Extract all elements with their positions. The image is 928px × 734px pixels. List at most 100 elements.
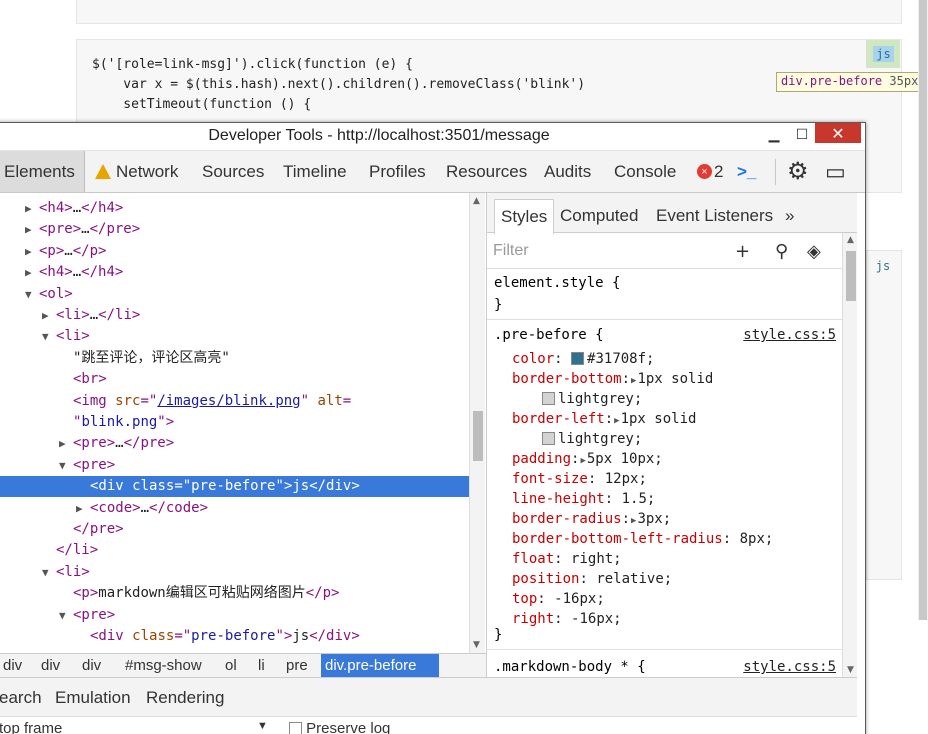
collapse-triangle-icon[interactable]: ▼ (42, 562, 56, 583)
preserve-log-option[interactable]: Preserve log (289, 720, 390, 734)
dom-node[interactable]: ▶ <h4>…</h4> (0, 198, 469, 219)
dom-node[interactable]: ▼ <pre> (0, 605, 469, 626)
settings-gear-icon[interactable]: ⚙ (787, 151, 809, 192)
window-titlebar[interactable]: Developer Tools - http://localhost:3501/… (0, 123, 865, 151)
tab-resources[interactable]: Resources (446, 151, 527, 192)
css-property-value[interactable]: relative; (596, 571, 672, 587)
css-property-value[interactable]: 1px solid (621, 411, 697, 427)
breadcrumb-item[interactable]: div (0, 654, 26, 677)
dom-tree-scrollbar[interactable]: ▲ ▼ (469, 193, 485, 653)
frame-select[interactable]: top frame (0, 720, 62, 734)
tab-timeline[interactable]: Timeline (283, 151, 347, 192)
collapse-triangle-icon[interactable]: ▼ (42, 326, 56, 347)
error-counter[interactable]: × 2 (697, 151, 723, 192)
css-property-value[interactable]: 8px; (740, 531, 774, 547)
css-property-value[interactable]: right; (571, 551, 622, 567)
collapse-triangle-icon[interactable]: ▼ (25, 284, 39, 305)
css-property[interactable]: color: #31708f; (512, 349, 654, 369)
css-property-name[interactable]: padding (512, 451, 571, 467)
dom-node[interactable]: ▶ <pre>…</pre> (0, 433, 469, 454)
css-property[interactable]: lightgrey; (542, 389, 642, 409)
expand-triangle-icon[interactable]: ▶ (42, 305, 56, 326)
styles-scroll-down-icon[interactable]: ▼ (847, 665, 854, 675)
expand-triangle-icon[interactable]: ▶ (59, 433, 73, 454)
breadcrumb-item[interactable]: div.pre-before (321, 654, 439, 677)
breadcrumb-item[interactable]: div (37, 654, 64, 677)
css-property[interactable]: float: right; (512, 549, 622, 569)
dom-node[interactable]: ▶ <code>…</code> (0, 498, 469, 519)
dom-node[interactable]: "blink.png"> (0, 412, 469, 433)
tab-emulation[interactable]: Emulation (55, 688, 131, 708)
css-property-value[interactable]: 5px 10px; (587, 451, 663, 467)
styles-scroll-up-icon[interactable]: ▲ (847, 235, 854, 245)
expand-triangle-icon[interactable]: ▶ (76, 498, 90, 519)
expand-triangle-icon[interactable]: ▶ (25, 219, 39, 240)
dom-node[interactable]: <img src="/images/blink.png" alt= (0, 391, 469, 412)
dom-node[interactable]: <div class="pre-before">js</div> (0, 626, 469, 647)
dom-token[interactable]: /images/blink.png (157, 393, 300, 409)
collapse-triangle-icon[interactable]: ▼ (59, 455, 73, 476)
css-property[interactable]: border-radius:▶3px; (512, 509, 671, 529)
css-property[interactable]: padding:▶5px 10px; (512, 449, 663, 469)
css-property[interactable]: top: -16px; (512, 589, 605, 609)
css-property-value[interactable]: lightgrey; (558, 391, 642, 407)
dock-toggle-icon[interactable]: ▭ (825, 151, 846, 192)
css-property-name[interactable]: right (512, 611, 554, 627)
tab-console[interactable]: Console (614, 151, 676, 192)
more-tabs-chevron-icon[interactable]: » (779, 199, 800, 233)
tab-audits[interactable]: Audits (544, 151, 591, 192)
styles-scrollbar-thumb[interactable] (846, 251, 856, 301)
tab-profiles[interactable]: Profiles (369, 151, 426, 192)
css-property[interactable]: border-bottom-left-radius: 8px; (512, 529, 773, 549)
expand-shorthand-icon[interactable]: ▶ (614, 416, 619, 426)
dom-node[interactable]: <p>markdown编辑区可粘贴网络图片</p> (0, 583, 469, 604)
rule2-source-link[interactable]: style.css:5 (743, 657, 836, 677)
tab-rendering[interactable]: Rendering (146, 688, 224, 708)
dom-node[interactable]: ▶ <pre>…</pre> (0, 219, 469, 240)
dom-tree-scrollbar-thumb[interactable] (473, 411, 483, 461)
dom-node[interactable]: <br> (0, 369, 469, 390)
dom-node[interactable]: </pre> (0, 519, 469, 540)
css-property[interactable]: position: relative; (512, 569, 672, 589)
dom-node[interactable]: ▶ <li>…</li> (0, 305, 469, 326)
styles-scrollbar[interactable]: ▲ ▼ (842, 233, 857, 677)
css-property-name[interactable]: border-bottom (512, 371, 622, 387)
color-swatch-icon[interactable] (542, 432, 555, 445)
dom-node[interactable]: ▶ <p>…</p> (0, 241, 469, 262)
console-drawer-icon[interactable]: >_ (737, 151, 756, 192)
css-property-value[interactable]: #31708f; (587, 351, 654, 367)
css-property-name[interactable]: font-size (512, 471, 588, 487)
collapse-triangle-icon[interactable]: ▼ (59, 605, 73, 626)
tab-event-listeners[interactable]: Event Listeners (650, 199, 779, 233)
toggle-element-state-icon[interactable]: ◈ (807, 241, 821, 262)
css-property[interactable]: border-left:▶1px solid (512, 409, 696, 429)
css-property-name[interactable]: border-bottom-left-radius (512, 531, 723, 547)
dom-tree[interactable]: ▶ <h4>…</h4> ▶ <pre>…</pre> ▶ <p>…</p> ▶ <h4>…<… (0, 193, 469, 653)
color-swatch-icon[interactable] (571, 352, 585, 365)
new-style-rule-icon[interactable]: + (735, 241, 750, 262)
tab-network[interactable]: Network (95, 151, 178, 192)
tab-elements[interactable]: Elements (0, 151, 85, 192)
css-property-value[interactable]: 3px; (637, 511, 671, 527)
css-property-value[interactable]: 1.5; (622, 491, 656, 507)
css-property-name[interactable]: border-left (512, 411, 605, 427)
pin-element-state-icon[interactable]: ⚲ (775, 241, 788, 262)
close-button[interactable]: ✕ (815, 123, 861, 143)
css-property-value[interactable]: 12px; (605, 471, 647, 487)
css-property[interactable]: line-height: 1.5; (512, 489, 655, 509)
expand-triangle-icon[interactable]: ▶ (25, 198, 39, 219)
expand-shorthand-icon[interactable]: ▶ (631, 516, 636, 526)
dom-node[interactable]: </li> (0, 540, 469, 561)
frame-select-arrow-icon[interactable]: ▼ (257, 720, 268, 732)
dom-node[interactable]: ▶ <h4>…</h4> (0, 262, 469, 283)
css-property-value[interactable]: 1px solid (637, 371, 713, 387)
breadcrumb-item[interactable]: #msg-show (121, 654, 206, 677)
dom-node[interactable]: ▼ <li> (0, 326, 469, 347)
css-property[interactable]: border-bottom:▶1px solid (512, 369, 713, 389)
page-scrollbar[interactable] (918, 0, 928, 620)
expand-triangle-icon[interactable]: ▶ (25, 262, 39, 283)
css-property-name[interactable]: position (512, 571, 579, 587)
breadcrumb-item[interactable]: li (254, 654, 269, 677)
styles-filter-input[interactable]: Filter (493, 242, 529, 260)
page-scrollbar-thumb[interactable] (919, 0, 927, 620)
